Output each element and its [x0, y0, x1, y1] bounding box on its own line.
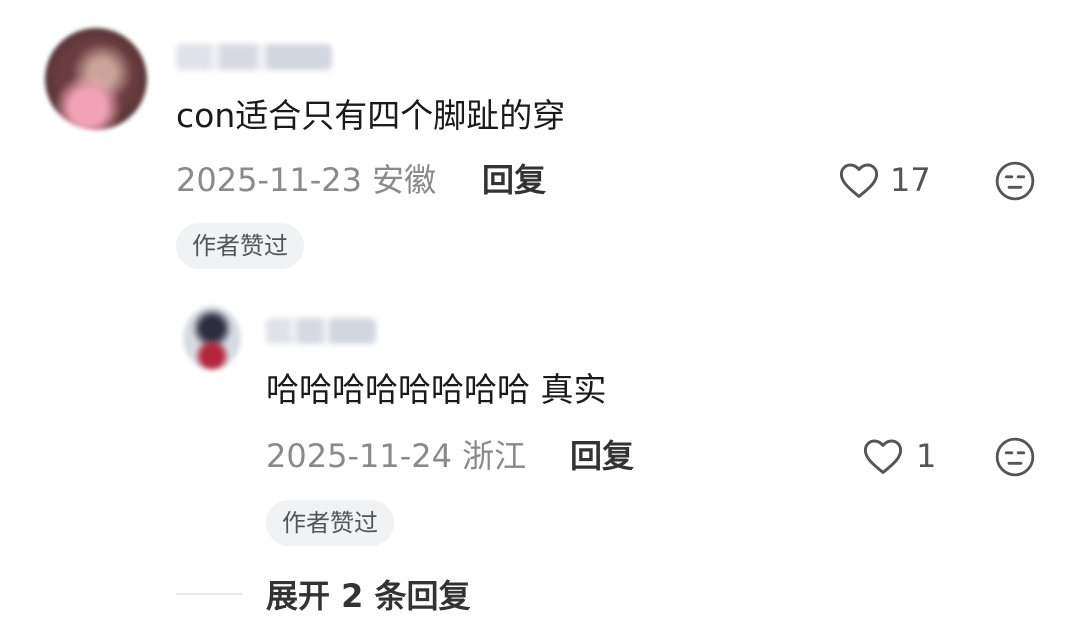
- heart-icon: [863, 439, 903, 474]
- username-blurred[interactable]: [266, 318, 376, 344]
- reply-meta: 2025-11-24 浙江: [266, 436, 526, 476]
- author-liked-badge: 作者赞过: [266, 500, 394, 546]
- comment-text: con适合只有四个脚趾的穿: [176, 96, 566, 135]
- author-liked-badge: 作者赞过: [176, 223, 304, 269]
- comment-location: 安徽: [372, 161, 437, 199]
- avatar[interactable]: [45, 28, 147, 130]
- avatar[interactable]: [183, 306, 241, 370]
- username-blurred[interactable]: [176, 44, 332, 70]
- unamused-face-icon[interactable]: [994, 436, 1036, 478]
- reply-location: 浙江: [462, 437, 527, 475]
- like-count: 17: [890, 161, 931, 199]
- expand-replies-button[interactable]: 展开 2 条回复: [266, 576, 471, 616]
- reply-text: 哈哈哈哈哈哈哈哈 真实: [266, 370, 607, 409]
- comment-date: 2025-11-23: [176, 161, 362, 199]
- reply-date: 2025-11-24: [266, 437, 452, 475]
- heart-icon: [839, 163, 879, 198]
- reply-button[interactable]: 回复: [482, 160, 546, 200]
- like-button[interactable]: 17: [838, 160, 931, 200]
- unamused-face-icon[interactable]: [994, 160, 1036, 202]
- comment-meta: 2025-11-23 安徽: [176, 160, 436, 200]
- expand-divider: [176, 593, 242, 595]
- like-button[interactable]: 1: [862, 436, 936, 476]
- like-count: 1: [916, 437, 937, 475]
- reply-button[interactable]: 回复: [570, 436, 634, 476]
